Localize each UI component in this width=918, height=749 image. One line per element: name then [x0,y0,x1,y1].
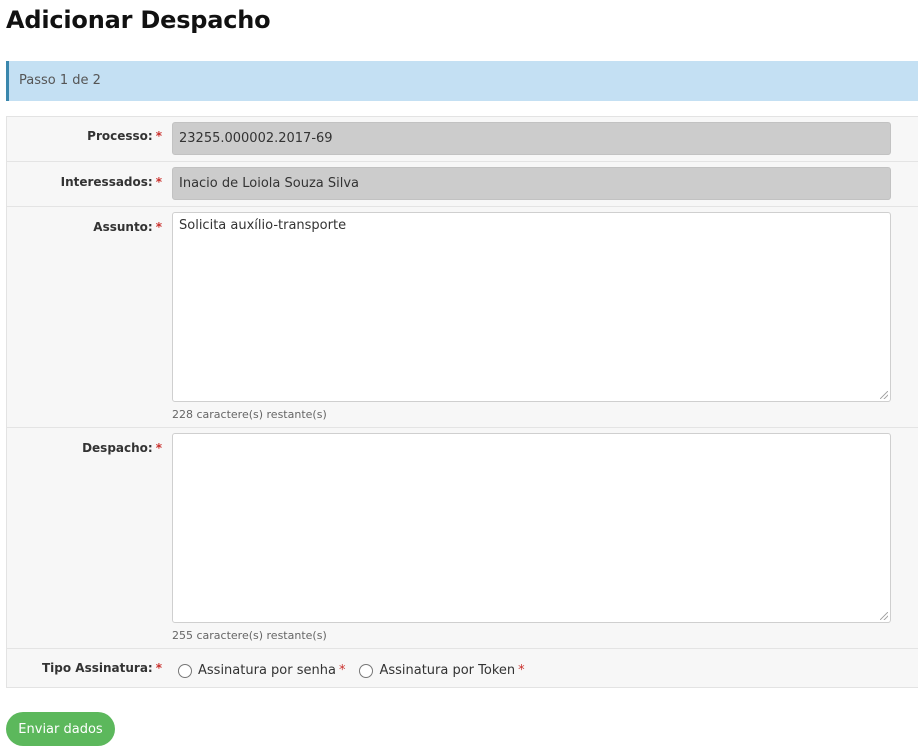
row-assunto: Assunto: * Solicita auxílio-transporte 22… [7,207,918,428]
required-marker: * [338,663,346,678]
processo-field: 23255.000002.2017-69 [172,122,891,155]
required-marker: * [155,661,162,675]
radio-assinatura-senha-label: Assinatura por senha [198,663,336,678]
assunto-label: Assunto: * [93,220,162,234]
radio-assinatura-senha[interactable]: Assinatura por senha * [178,663,345,678]
row-despacho: Despacho: * 255 caractere(s) restante(s) [7,428,918,649]
assunto-char-counter: 228 caractere(s) restante(s) [172,408,327,421]
interessados-value: Inacio de Loiola Souza Silva [179,176,360,191]
radio-assinatura-token[interactable]: Assinatura por Token * [359,663,525,678]
interessados-label: Interessados: * [60,175,162,189]
page-title: Adicionar Despacho [6,6,271,34]
assunto-textarea[interactable]: Solicita auxílio-transporte [172,212,891,402]
radio-circle-icon[interactable] [178,663,192,678]
despacho-label: Despacho: * [82,441,162,455]
assunto-value: Solicita auxílio-transporte [179,218,347,233]
step-indicator-text: Passo 1 de 2 [19,73,101,88]
row-processo: Processo: * 23255.000002.2017-69 [7,117,918,162]
row-interessados: Interessados: * Inacio de Loiola Souza Si… [7,162,918,207]
processo-value: 23255.000002.2017-69 [179,131,333,146]
required-marker: * [155,441,162,455]
tipo-assinatura-radio-group: Assinatura por senha * Assinatura por Tok… [178,663,539,678]
despacho-char-counter: 255 caractere(s) restante(s) [172,629,327,642]
interessados-field: Inacio de Loiola Souza Silva [172,167,891,200]
tipo-assinatura-label: Tipo Assinatura: * [41,661,162,675]
radio-assinatura-token-label: Assinatura por Token [379,663,516,678]
row-tipo-assinatura: Tipo Assinatura: * Assinatura por senha * … [7,649,918,688]
despacho-form: Processo: * 23255.000002.2017-69 Interess… [6,116,918,688]
resize-grip-icon[interactable] [880,612,888,620]
processo-label: Processo: * [87,129,162,143]
radio-circle-icon[interactable] [359,663,374,678]
resize-grip-icon[interactable] [880,391,888,399]
step-indicator: Passo 1 de 2 [6,61,918,101]
required-marker: * [155,175,162,189]
required-marker: * [155,129,162,143]
despacho-textarea[interactable] [172,433,891,623]
required-marker: * [155,220,162,234]
required-marker: * [518,663,525,678]
submit-button[interactable]: Enviar dados [6,712,115,746]
